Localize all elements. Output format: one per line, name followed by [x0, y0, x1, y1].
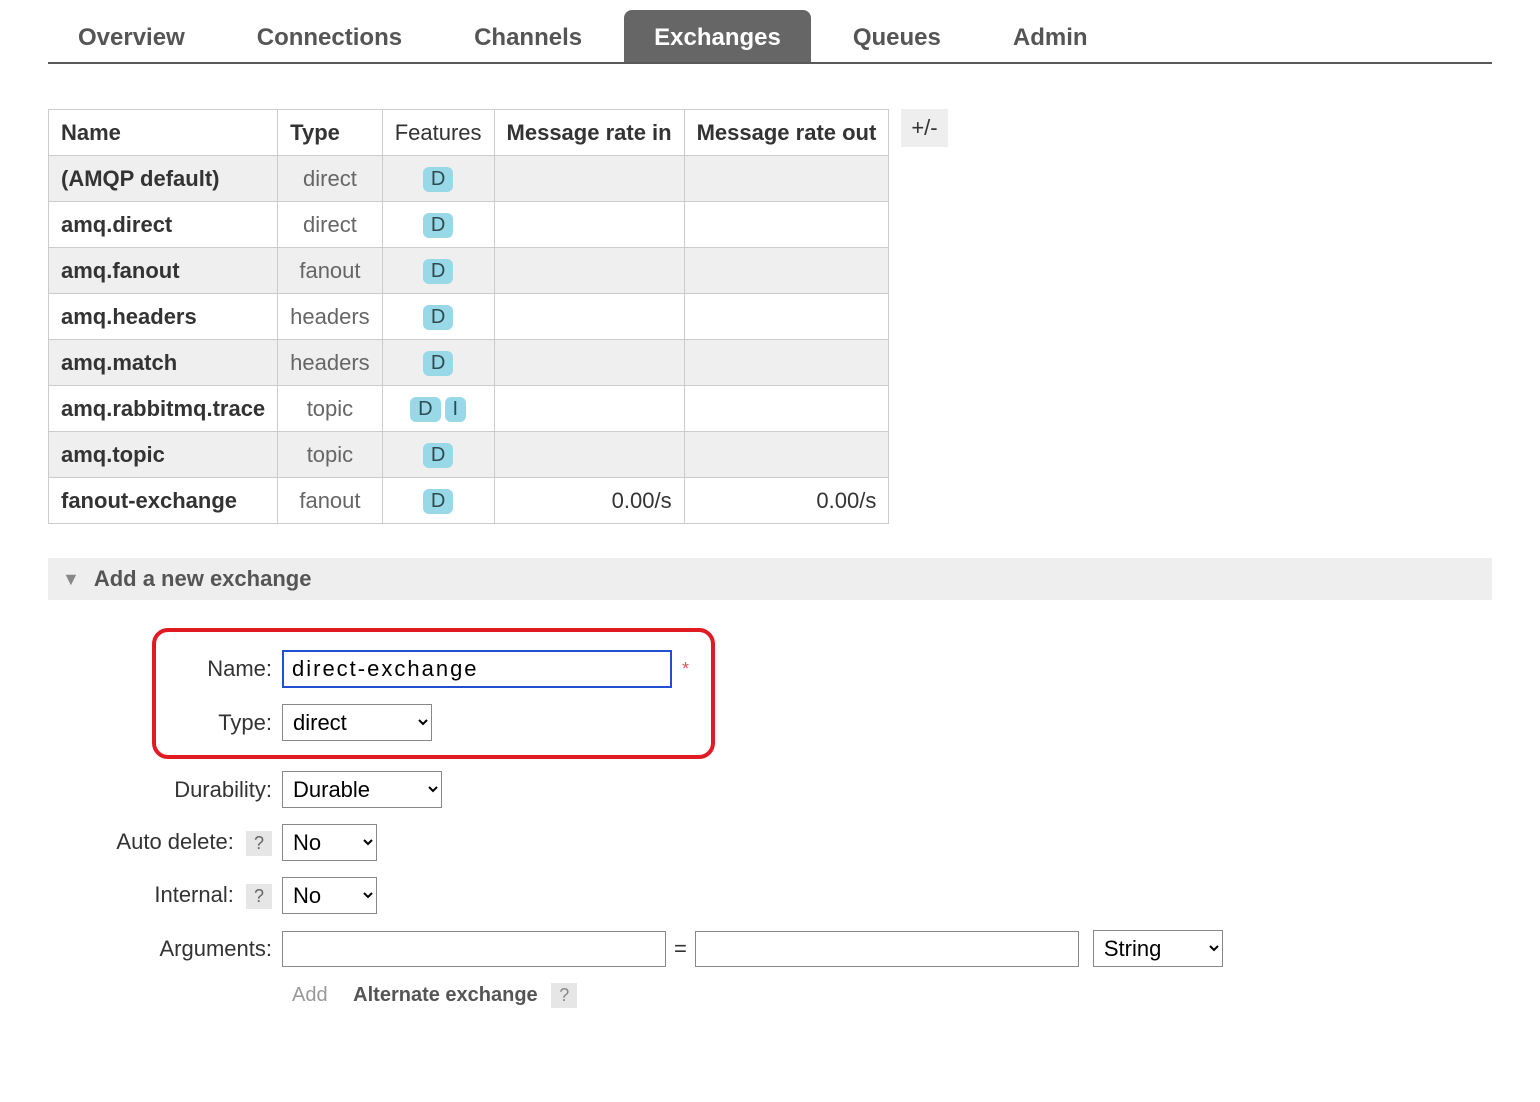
exchange-type-cell: direct: [278, 156, 383, 202]
table-row: amq.topictopic D: [49, 432, 889, 478]
rate-out-cell: [684, 432, 889, 478]
equals-sign: =: [674, 936, 687, 962]
required-marker: *: [682, 659, 689, 680]
exchange-name-cell[interactable]: amq.direct: [49, 202, 278, 248]
section-title: Add a new exchange: [94, 566, 312, 592]
rate-out-cell: 0.00/s: [684, 478, 889, 524]
exchange-name-cell[interactable]: amq.headers: [49, 294, 278, 340]
durable-badge: D: [423, 489, 453, 514]
exchange-features-cell: D: [382, 202, 494, 248]
durable-badge: D: [423, 351, 453, 376]
help-alternate-exchange[interactable]: ?: [551, 983, 577, 1008]
add-hint: Add: [292, 984, 328, 1006]
exchange-features-cell: D: [382, 432, 494, 478]
label-name: Name:: [164, 656, 282, 682]
rate-out-cell: [684, 248, 889, 294]
argument-type-select[interactable]: String: [1093, 930, 1223, 967]
exchange-features-cell: D: [382, 248, 494, 294]
durable-badge: D: [423, 167, 453, 192]
tab-admin[interactable]: Admin: [983, 10, 1118, 62]
rate-out-cell: [684, 386, 889, 432]
internal-badge: I: [445, 397, 467, 422]
add-exchange-toggle[interactable]: ▼ Add a new exchange: [48, 558, 1492, 600]
argument-hint: Add Alternate exchange ?: [292, 983, 1492, 1008]
caret-down-icon: ▼: [62, 569, 80, 590]
table-row: (AMQP default)direct D: [49, 156, 889, 202]
highlighted-inputs: Name: * Type: direct: [152, 628, 715, 759]
add-exchange-section: ▼ Add a new exchange Name: * Type: direc…: [48, 558, 1492, 1008]
durable-badge: D: [410, 397, 440, 422]
top-tabs: Overview Connections Channels Exchanges …: [48, 10, 1492, 64]
durable-badge: D: [423, 259, 453, 284]
rate-in-cell: 0.00/s: [494, 478, 684, 524]
col-name[interactable]: Name: [49, 110, 278, 156]
exchange-type-cell: headers: [278, 294, 383, 340]
exchange-type-cell: topic: [278, 432, 383, 478]
exchange-name-cell[interactable]: (AMQP default): [49, 156, 278, 202]
table-row: amq.headersheaders D: [49, 294, 889, 340]
tab-queues[interactable]: Queues: [823, 10, 971, 62]
label-internal: Internal: ?: [66, 882, 282, 909]
exchange-features-cell: D: [382, 340, 494, 386]
alternate-exchange-link[interactable]: Alternate exchange: [353, 984, 538, 1006]
durable-badge: D: [423, 213, 453, 238]
column-control[interactable]: +/-: [901, 109, 947, 147]
exchange-features-cell: D: [382, 156, 494, 202]
exchange-name-cell[interactable]: amq.rabbitmq.trace: [49, 386, 278, 432]
col-features[interactable]: Features: [382, 110, 494, 156]
durable-badge: D: [423, 305, 453, 330]
internal-select[interactable]: No: [282, 877, 377, 914]
tab-channels[interactable]: Channels: [444, 10, 612, 62]
auto-delete-select[interactable]: No: [282, 824, 377, 861]
exchange-type-select[interactable]: direct: [282, 704, 432, 741]
rate-in-cell: [494, 248, 684, 294]
exchange-features-cell: DI: [382, 386, 494, 432]
rate-in-cell: [494, 202, 684, 248]
tab-exchanges[interactable]: Exchanges: [624, 10, 811, 62]
argument-key-input[interactable]: [282, 931, 666, 967]
rate-in-cell: [494, 294, 684, 340]
rate-out-cell: [684, 156, 889, 202]
exchange-type-cell: direct: [278, 202, 383, 248]
exchange-type-cell: topic: [278, 386, 383, 432]
table-row: fanout-exchangefanout D 0.00/s0.00/s: [49, 478, 889, 524]
exchange-name-cell[interactable]: fanout-exchange: [49, 478, 278, 524]
table-row: amq.fanoutfanout D: [49, 248, 889, 294]
table-row: amq.matchheaders D: [49, 340, 889, 386]
rate-in-cell: [494, 340, 684, 386]
tab-connections[interactable]: Connections: [227, 10, 432, 62]
exchange-name-input[interactable]: [282, 650, 672, 688]
label-arguments: Arguments:: [66, 936, 282, 962]
exchange-name-cell[interactable]: amq.fanout: [49, 248, 278, 294]
table-row: amq.directdirect D: [49, 202, 889, 248]
table-header-row: Name Type Features Message rate in Messa…: [49, 110, 889, 156]
exchange-type-cell: headers: [278, 340, 383, 386]
rate-in-cell: [494, 156, 684, 202]
col-type[interactable]: Type: [278, 110, 383, 156]
rate-out-cell: [684, 294, 889, 340]
col-rate-in[interactable]: Message rate in: [494, 110, 684, 156]
durable-badge: D: [423, 443, 453, 468]
exchange-name-cell[interactable]: amq.topic: [49, 432, 278, 478]
col-rate-out[interactable]: Message rate out: [684, 110, 889, 156]
durability-select[interactable]: Durable: [282, 771, 442, 808]
label-durability: Durability:: [66, 777, 282, 803]
rate-in-cell: [494, 386, 684, 432]
table-row: amq.rabbitmq.tracetopicDI: [49, 386, 889, 432]
rate-in-cell: [494, 432, 684, 478]
tab-overview[interactable]: Overview: [48, 10, 215, 62]
help-auto-delete[interactable]: ?: [246, 831, 272, 856]
rate-out-cell: [684, 340, 889, 386]
exchange-name-cell[interactable]: amq.match: [49, 340, 278, 386]
label-type: Type:: [164, 710, 282, 736]
exchange-type-cell: fanout: [278, 248, 383, 294]
argument-value-input[interactable]: [695, 931, 1079, 967]
label-auto-delete: Auto delete: ?: [66, 829, 282, 856]
exchange-features-cell: D: [382, 294, 494, 340]
help-internal[interactable]: ?: [246, 884, 272, 909]
exchange-type-cell: fanout: [278, 478, 383, 524]
rate-out-cell: [684, 202, 889, 248]
exchange-features-cell: D: [382, 478, 494, 524]
exchanges-table: Name Type Features Message rate in Messa…: [48, 109, 889, 524]
